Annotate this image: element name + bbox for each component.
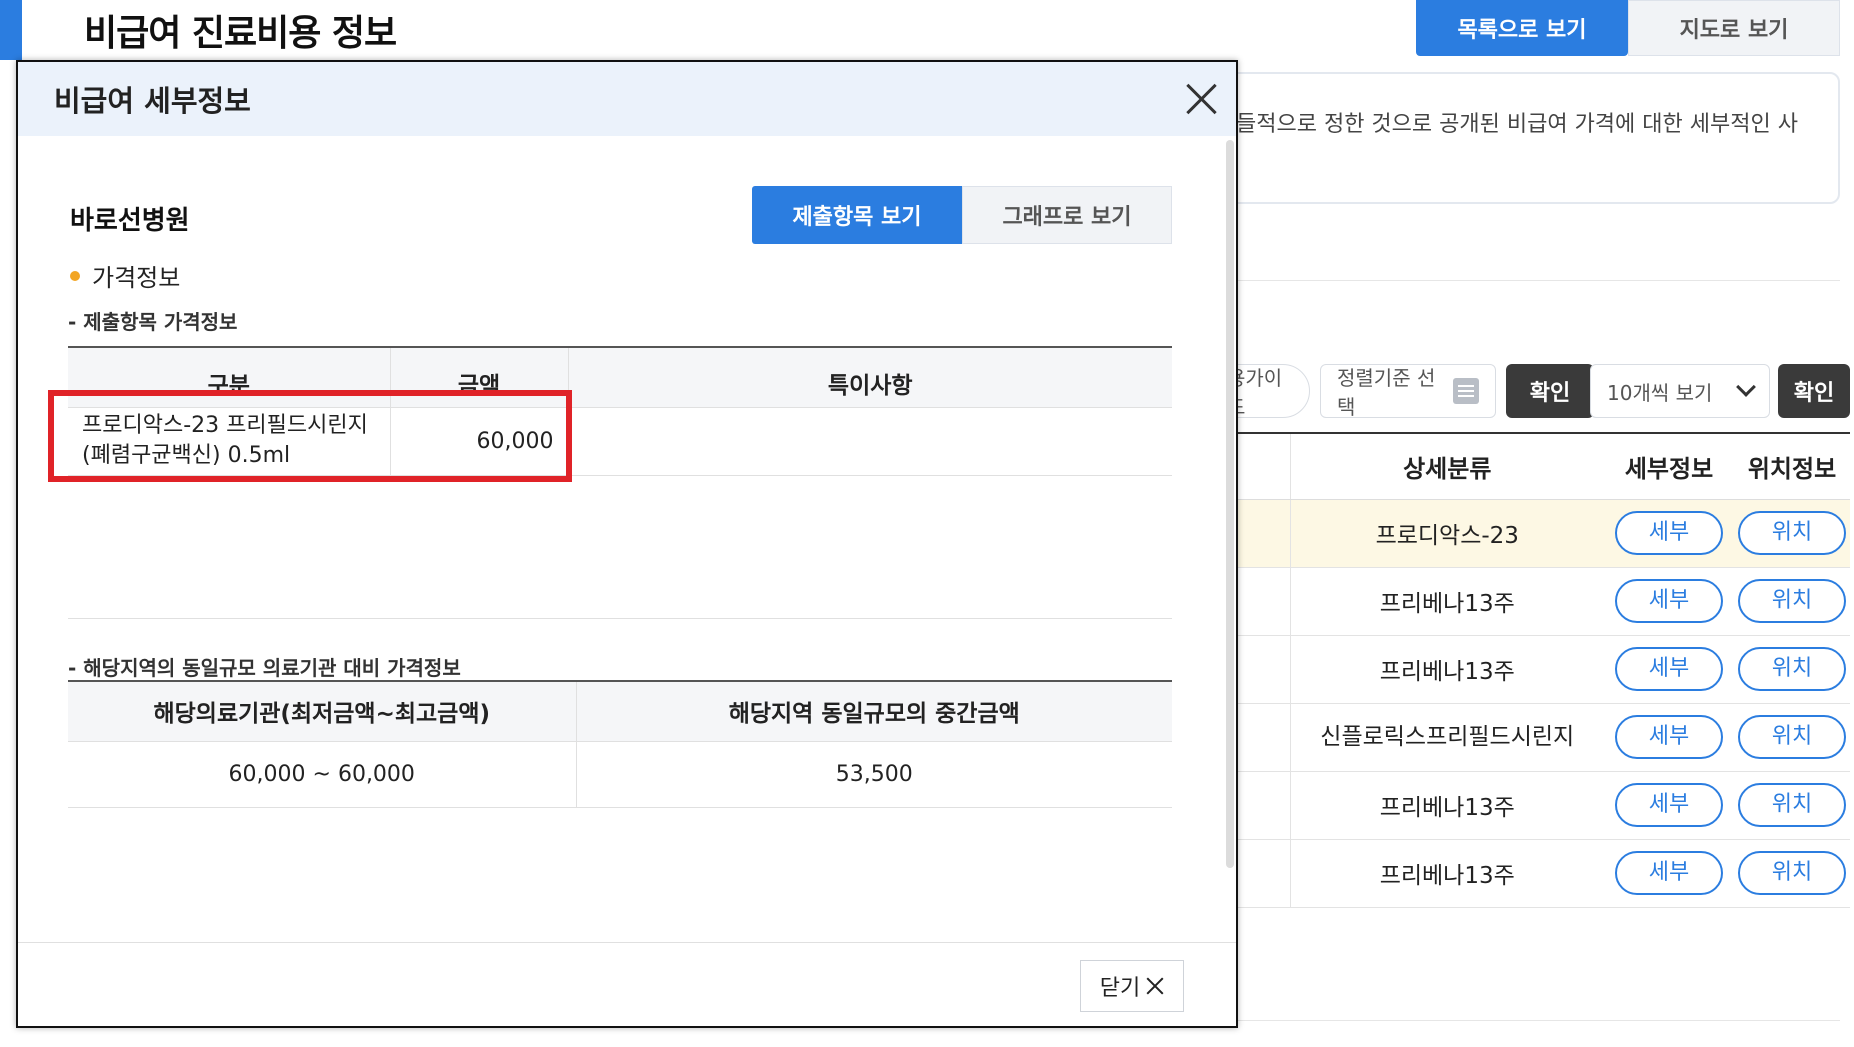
column-header-range: 해당의료기관(최저금액~최고금액) <box>68 680 576 742</box>
close-icon[interactable] <box>1184 82 1218 116</box>
sort-select[interactable]: 정렬기준 선택 <box>1320 364 1496 419</box>
modal-scrollbar[interactable] <box>1226 140 1234 868</box>
median-price-cell: 53,500 <box>575 741 1172 808</box>
table-row[interactable]: 프리베나13주 세부 위치 <box>1200 839 1850 908</box>
divider <box>1200 1020 1840 1021</box>
location-cell: 위치 <box>1734 771 1850 840</box>
price-range-cell: 60,000 ~ 60,000 <box>68 741 576 808</box>
location-cell: 위치 <box>1734 703 1850 772</box>
tab-submitted-items[interactable]: 제출항목 보기 <box>752 186 962 244</box>
table-row[interactable]: 신플로릭스프리필드시린지 세부 위치 <box>1200 703 1850 772</box>
compare-table-header: 해당의료기관(최저금액~최고금액) 해당지역 동일규모의 중간금액 <box>68 680 1172 742</box>
column-header-median: 해당지역 동일규모의 중간금액 <box>575 680 1172 742</box>
detail-cell: 세부 <box>1604 499 1734 568</box>
detail-button[interactable]: 세부 <box>1615 647 1723 691</box>
sort-select-value: 정렬기준 선택 <box>1337 366 1436 419</box>
detail-button[interactable]: 세부 <box>1615 715 1723 759</box>
detail-button[interactable]: 세부 <box>1615 511 1723 555</box>
column-header-location: 위치정보 <box>1734 432 1850 500</box>
highlight-annotation-box <box>48 390 572 482</box>
category-cell: 프리베나13주 <box>1290 771 1604 840</box>
item-note-cell <box>567 407 1172 476</box>
chevron-down-icon <box>1736 377 1756 397</box>
map-view-button[interactable]: 지도로 보기 <box>1628 0 1840 56</box>
column-header-category: 상세분류 <box>1290 432 1604 500</box>
location-cell: 위치 <box>1734 839 1850 908</box>
notice-box <box>1200 72 1840 204</box>
column-header-note: 특이사항 <box>567 346 1172 408</box>
table-row: 60,000 ~ 60,000 53,500 <box>68 741 1172 808</box>
location-cell: 위치 <box>1734 567 1850 636</box>
close-icon <box>1146 977 1164 995</box>
category-cell: 프리베나13주 <box>1290 635 1604 704</box>
detail-cell: 세부 <box>1604 703 1734 772</box>
modal-header: 비급여 세부정보 <box>18 62 1236 136</box>
section-heading-label: 가격정보 <box>92 264 181 292</box>
sub-heading-price-info: - 제출항목 가격정보 <box>68 310 238 334</box>
location-button[interactable]: 위치 <box>1738 783 1846 827</box>
location-cell: 위치 <box>1734 499 1850 568</box>
result-table: 상세분류 세부정보 위치정보 프로디악스-23 세부 위치 프리베나13주 세부… <box>1200 432 1850 908</box>
list-view-button[interactable]: 목록으로 보기 <box>1416 0 1628 56</box>
hospital-name: 바로선병원 <box>70 206 190 236</box>
close-button[interactable]: 닫기 <box>1080 960 1184 1012</box>
result-table-header: 상세분류 세부정보 위치정보 <box>1200 432 1850 500</box>
list-icon <box>1453 378 1479 404</box>
category-cell: 신플로릭스프리필드시린지 <box>1290 703 1604 772</box>
location-button[interactable]: 위치 <box>1738 647 1846 691</box>
category-cell: 프리베나13주 <box>1290 839 1604 908</box>
page-size-value: 10개씩 보기 <box>1607 380 1713 405</box>
close-button-label: 닫기 <box>1099 976 1141 1001</box>
page-title: 비급여 진료비용 정보 <box>84 13 397 54</box>
location-button[interactable]: 위치 <box>1738 715 1846 759</box>
divider <box>1200 280 1840 281</box>
sort-confirm-button[interactable]: 확인 <box>1506 364 1594 418</box>
sub-heading-regional-compare: - 해당지역의 동일규모 의료기관 대비 가격정보 <box>68 656 461 680</box>
left-accent-bar <box>0 0 22 60</box>
detail-button[interactable]: 세부 <box>1615 579 1723 623</box>
location-cell: 위치 <box>1734 635 1850 704</box>
detail-cell: 세부 <box>1604 839 1734 908</box>
category-cell: 프리베나13주 <box>1290 567 1604 636</box>
detail-cell: 세부 <box>1604 635 1734 704</box>
bullet-icon <box>70 270 80 281</box>
detail-cell: 세부 <box>1604 567 1734 636</box>
modal-title: 비급여 세부정보 <box>54 84 251 118</box>
page-size-select[interactable]: 10개씩 보기 <box>1590 364 1770 418</box>
detail-cell: 세부 <box>1604 771 1734 840</box>
section-heading: 가격정보 <box>70 258 180 293</box>
table-row[interactable]: 프리베나13주 세부 위치 <box>1200 771 1850 840</box>
notice-text: 들적으로 정한 것으로 공개된 비급여 가격에 대한 세부적인 사 <box>1236 112 1798 137</box>
divider <box>68 618 1172 619</box>
category-cell: 프로디악스-23 <box>1290 499 1604 568</box>
compare-table: 해당의료기관(최저금액~최고금액) 해당지역 동일규모의 중간금액 60,000… <box>68 680 1172 808</box>
location-button[interactable]: 위치 <box>1738 579 1846 623</box>
detail-modal: 비급여 세부정보 바로선병원 제출항목 보기 그래프로 보기 가격정보 - 제출… <box>16 60 1238 1028</box>
tab-graph-view[interactable]: 그래프로 보기 <box>962 186 1172 244</box>
table-row[interactable]: 프리베나13주 세부 위치 <box>1200 567 1850 636</box>
page-size-confirm-button[interactable]: 확인 <box>1778 364 1850 418</box>
location-button[interactable]: 위치 <box>1738 851 1846 895</box>
location-button[interactable]: 위치 <box>1738 511 1846 555</box>
detail-button[interactable]: 세부 <box>1615 851 1723 895</box>
detail-button[interactable]: 세부 <box>1615 783 1723 827</box>
divider <box>18 942 1236 943</box>
column-header-detail: 세부정보 <box>1604 432 1734 500</box>
table-row[interactable]: 프로디악스-23 세부 위치 <box>1200 499 1850 568</box>
table-row[interactable]: 프리베나13주 세부 위치 <box>1200 635 1850 704</box>
